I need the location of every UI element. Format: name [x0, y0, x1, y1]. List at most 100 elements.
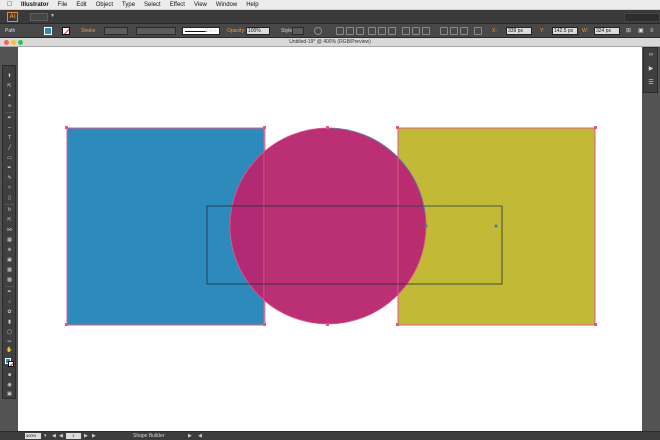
- opacity-field[interactable]: 100%: [246, 27, 270, 35]
- shape-builder-icon[interactable]: ⊕: [5, 247, 14, 254]
- anchor-point[interactable]: [396, 126, 399, 129]
- graphic-style-picker[interactable]: [292, 27, 304, 35]
- anchor-point[interactable]: [263, 126, 266, 129]
- align-left-icon[interactable]: [336, 27, 344, 35]
- stroke-swatch-large[interactable]: [8, 361, 14, 367]
- type-icon[interactable]: T: [5, 135, 14, 142]
- actions-icon[interactable]: ▶: [647, 65, 655, 73]
- align-bottom-icon[interactable]: [388, 27, 396, 35]
- align-center-icon[interactable]: [346, 27, 354, 35]
- screen-mode-icon[interactable]: ▣: [5, 391, 14, 398]
- last-artboard-icon[interactable]: ▶: [92, 433, 96, 440]
- distribute-left-icon[interactable]: [440, 27, 448, 35]
- distribute-center-icon[interactable]: [450, 27, 458, 35]
- draw-mode-icon[interactable]: ◉: [5, 382, 14, 389]
- align-top-icon[interactable]: [368, 27, 376, 35]
- x-field[interactable]: 339 px: [506, 27, 532, 35]
- scroll-left-icon[interactable]: ◀: [198, 433, 202, 440]
- selection-icon[interactable]: ⬆: [5, 73, 14, 80]
- magic-wand-icon[interactable]: ✦: [5, 93, 14, 100]
- anchor-point-selected[interactable]: [424, 224, 428, 228]
- menu-help[interactable]: Help: [246, 0, 258, 10]
- mesh-icon[interactable]: ▦: [5, 267, 14, 274]
- curvature-icon[interactable]: ∽: [5, 125, 14, 132]
- stroke-color-swatch[interactable]: [62, 27, 70, 35]
- stroke-label[interactable]: Stroke: [81, 28, 95, 34]
- blend-icon[interactable]: ○: [5, 299, 14, 306]
- menu-app-name[interactable]: Illustrator: [21, 0, 49, 10]
- distribute-bottom-icon[interactable]: [422, 27, 430, 35]
- chevron-down-icon[interactable]: ▾: [44, 433, 47, 440]
- artboard-number-field[interactable]: 1: [66, 433, 81, 439]
- arrange-documents-button[interactable]: [30, 13, 48, 21]
- variable-width-profile[interactable]: [136, 27, 176, 35]
- eraser-icon[interactable]: ▯: [5, 195, 14, 202]
- perspective-icon[interactable]: ▣: [5, 257, 14, 264]
- menu-edit[interactable]: Edit: [76, 0, 86, 10]
- direct-selection-icon[interactable]: ⇱: [5, 83, 14, 90]
- chevron-down-icon[interactable]: ▼: [50, 13, 55, 19]
- anchor-point[interactable]: [65, 126, 68, 129]
- menu-type[interactable]: Type: [122, 0, 135, 10]
- status-menu-icon[interactable]: ▶: [188, 433, 192, 440]
- fill-color-swatch[interactable]: [44, 27, 52, 35]
- y-field[interactable]: 142.5 px: [552, 27, 578, 35]
- anchor-point[interactable]: [594, 126, 597, 129]
- anchor-point[interactable]: [65, 323, 68, 326]
- magenta-circle[interactable]: [230, 128, 426, 324]
- artboard-icon[interactable]: ▢: [5, 329, 14, 336]
- transform-options-icon[interactable]: ⊞: [626, 27, 631, 35]
- center-point[interactable]: [494, 224, 498, 228]
- menu-file[interactable]: File: [58, 0, 68, 10]
- menu-effect[interactable]: Effect: [170, 0, 185, 10]
- anchor-point[interactable]: [326, 323, 329, 326]
- menu-window[interactable]: Window: [216, 0, 237, 10]
- menu-select[interactable]: Select: [144, 0, 161, 10]
- previous-artboard-icon[interactable]: ◀: [59, 433, 63, 440]
- width-icon[interactable]: ⋈: [5, 227, 14, 234]
- distribute-top-icon[interactable]: [402, 27, 410, 35]
- reference-point-icon[interactable]: [474, 27, 482, 35]
- eyedropper-icon[interactable]: ✒: [5, 289, 14, 296]
- distribute-right-icon[interactable]: [460, 27, 468, 35]
- free-transform-icon[interactable]: ▦: [5, 237, 14, 244]
- cc-libraries-icon[interactable]: ∞: [647, 51, 655, 59]
- distribute-middle-icon[interactable]: [412, 27, 420, 35]
- stroke-weight-field[interactable]: [104, 27, 128, 35]
- slice-icon[interactable]: ✂: [5, 339, 14, 346]
- isolate-icon[interactable]: ▣: [638, 27, 644, 35]
- rotate-icon[interactable]: ↻: [5, 207, 14, 214]
- artboard-canvas[interactable]: [18, 47, 642, 431]
- opacity-label[interactable]: Opacity:: [227, 28, 245, 34]
- anchor-point[interactable]: [263, 323, 266, 326]
- line-segment-icon[interactable]: ╱: [5, 145, 14, 152]
- hand-icon[interactable]: ✋: [5, 347, 14, 354]
- pencil-icon[interactable]: ✎: [5, 175, 14, 182]
- column-graph-icon[interactable]: ▮: [5, 319, 14, 326]
- symbol-sprayer-icon[interactable]: ✿: [5, 309, 14, 316]
- panel-menu-icon[interactable]: ≡: [650, 27, 654, 35]
- align-right-icon[interactable]: [356, 27, 364, 35]
- paintbrush-icon[interactable]: ✒: [5, 165, 14, 172]
- align-middle-icon[interactable]: [378, 27, 386, 35]
- zoom-level-field[interactable]: 400%: [25, 433, 41, 439]
- scale-icon[interactable]: ⇱: [5, 217, 14, 224]
- recolor-artwork-icon[interactable]: [314, 27, 322, 35]
- rectangle-icon[interactable]: ▭: [5, 155, 14, 162]
- w-field[interactable]: 324 px: [594, 27, 620, 35]
- gradient-icon[interactable]: ▩: [5, 277, 14, 284]
- anchor-point[interactable]: [326, 126, 329, 129]
- apple-icon[interactable]: : [7, 0, 15, 10]
- shaper-icon[interactable]: ≈: [5, 185, 14, 192]
- menu-view[interactable]: View: [194, 0, 207, 10]
- next-artboard-icon[interactable]: ▶: [84, 433, 88, 440]
- workspace-switcher[interactable]: [624, 13, 660, 22]
- anchor-point[interactable]: [396, 323, 399, 326]
- menu-object[interactable]: Object: [96, 0, 113, 10]
- pen-icon[interactable]: ✒: [5, 115, 14, 122]
- layers-icon[interactable]: ☰: [647, 79, 655, 87]
- lasso-icon[interactable]: ∞: [5, 103, 14, 110]
- anchor-point[interactable]: [594, 323, 597, 326]
- color-mode-icon[interactable]: ■: [5, 372, 14, 379]
- first-artboard-icon[interactable]: ◀: [52, 433, 56, 440]
